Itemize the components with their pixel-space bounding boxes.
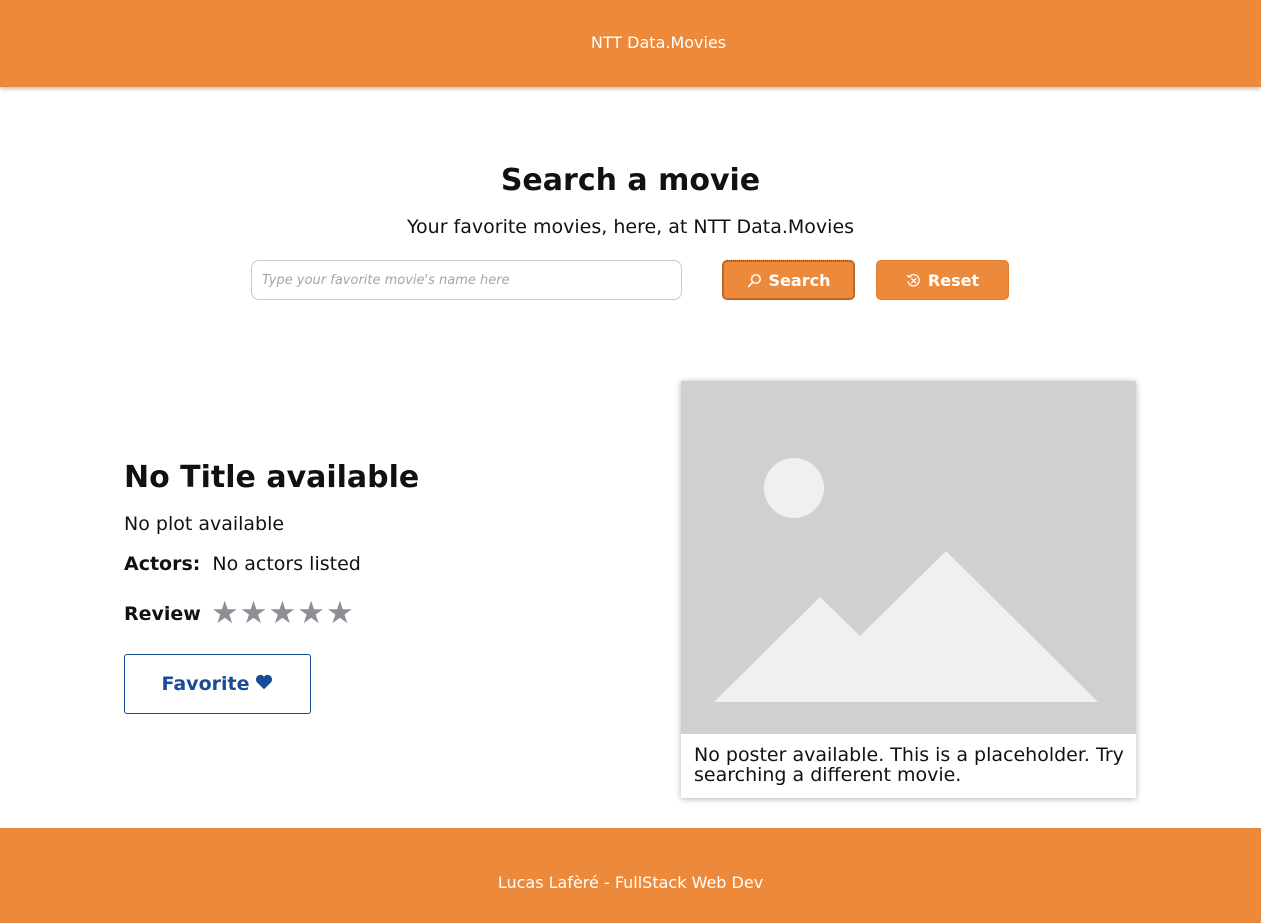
movie-title: No Title available <box>124 460 420 495</box>
search-heading: Search a movie <box>500 163 761 198</box>
poster-card: No poster available. This is a placehold… <box>681 381 1136 798</box>
brand-link[interactable]: NTT Data.Movies <box>591 33 726 52</box>
actors-value: No actors listed <box>212 553 361 575</box>
image-placeholder-icon <box>714 458 1098 702</box>
footer: Lucas Lafèré - FullStack Web Dev <box>0 828 1261 923</box>
footer-credit: Lucas Lafèré - FullStack Web Dev <box>497 873 764 892</box>
reset-button-label: Reset <box>927 270 980 290</box>
poster-placeholder-image <box>681 381 1136 734</box>
star-icon[interactable]: ★ <box>326 598 354 629</box>
actors-row: Actors: No actors listed <box>124 553 361 575</box>
reset-icon <box>906 273 921 288</box>
review-label: Review <box>124 602 201 625</box>
star-icon[interactable]: ★ <box>297 598 325 629</box>
heart-icon <box>255 673 273 695</box>
search-button[interactable]: Search <box>722 260 855 300</box>
favorite-button-label: Favorite <box>161 673 250 695</box>
top-navbar: NTT Data.Movies <box>0 0 1261 87</box>
search-icon <box>747 273 762 288</box>
actors-label: Actors: <box>124 553 201 575</box>
favorite-button[interactable]: Favorite <box>124 654 311 714</box>
search-button-label: Search <box>768 270 831 290</box>
star-icon[interactable]: ★ <box>240 598 268 629</box>
search-input[interactable] <box>251 260 682 300</box>
search-subtitle: Your favorite movies, here, at NTT Data.… <box>406 216 855 238</box>
poster-caption: No poster available. This is a placehold… <box>694 744 1124 786</box>
review-row: Review ★ ★ ★ ★ ★ <box>124 598 354 629</box>
star-icon[interactable]: ★ <box>211 598 239 629</box>
movie-plot: No plot available <box>124 513 285 535</box>
reset-button[interactable]: Reset <box>876 260 1009 300</box>
star-rating[interactable]: ★ ★ ★ ★ ★ <box>211 598 354 629</box>
star-icon[interactable]: ★ <box>268 598 296 629</box>
